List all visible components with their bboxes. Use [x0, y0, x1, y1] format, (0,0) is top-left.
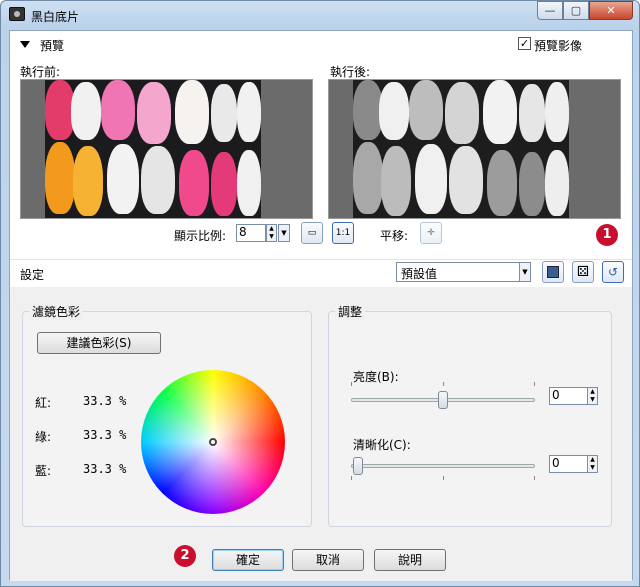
chevron-down-icon: ▼ — [522, 268, 528, 276]
random-settings-button[interactable]: ⚄ — [572, 261, 594, 283]
brightness-spinner[interactable]: ▲ ▼ — [587, 387, 598, 405]
adjust-title: 調整 — [335, 303, 366, 320]
red-value: 33.3 % — [83, 394, 127, 408]
close-icon: ✕ — [606, 4, 616, 17]
chevron-down-icon: ▼ — [281, 229, 287, 237]
callout-badge-1: 1 — [596, 224, 618, 246]
maximize-button[interactable]: ▢ — [563, 1, 589, 20]
sharpen-input[interactable]: 0 — [549, 455, 589, 473]
pan-button[interactable]: ✛ — [420, 222, 442, 244]
blue-value: 33.3 % — [83, 462, 127, 476]
before-image-panel[interactable] — [20, 79, 313, 219]
after-label: 執行後: — [330, 65, 371, 79]
ok-button[interactable]: 確定 — [212, 549, 284, 571]
pan-label: 平移: — [380, 229, 409, 243]
green-value: 33.3 % — [83, 428, 127, 442]
save-preset-button[interactable] — [542, 261, 564, 283]
callout-badge-2: 2 — [174, 545, 196, 567]
adjust-group: 調整 亮度(B): 0 ▲ ▼ 清晰化(C): 0 ▲ ▼ — [328, 303, 612, 527]
maximize-icon: ▢ — [570, 4, 582, 17]
settings-title: 設定 — [20, 268, 45, 282]
camera-icon — [9, 7, 25, 21]
show-preview-label[interactable]: 預覽影像 — [534, 37, 582, 54]
green-label: 綠: — [35, 430, 52, 444]
reset-defaults-button[interactable]: ↺ — [602, 261, 624, 283]
before-photo — [45, 80, 261, 218]
sharpen-slider-track[interactable] — [351, 464, 535, 468]
reset-icon: ↺ — [607, 265, 619, 279]
zoom-label: 顯示比例: — [174, 229, 227, 243]
window-title: 黑白底片 — [31, 10, 80, 24]
brightness-label: 亮度(B): — [353, 370, 399, 384]
cancel-button[interactable]: 取消 — [292, 549, 364, 571]
blue-label: 藍: — [35, 464, 52, 478]
before-label: 執行前: — [20, 65, 61, 79]
filter-color-title: 濾鏡色彩 — [29, 303, 84, 320]
floppy-disk-icon — [547, 266, 559, 278]
title-bar[interactable]: 黑白底片 — ▢ ✕ — [1, 1, 639, 30]
filter-color-group: 濾鏡色彩 建議色彩(S) 紅: 33.3 % 綠: 33.3 % 藍: 33.3… — [22, 303, 312, 527]
show-preview-checkbox[interactable]: ✓ — [518, 37, 531, 50]
preview-section-title: 預覽 — [40, 39, 65, 53]
pan-cross-icon: ✛ — [427, 228, 435, 238]
suggest-color-button[interactable]: 建議色彩(S) — [37, 332, 161, 354]
color-picker-handle[interactable] — [209, 438, 217, 446]
zoom-dropdown-button[interactable]: ▼ — [278, 224, 290, 242]
actual-size-button[interactable]: 1:1 — [332, 222, 354, 244]
help-button[interactable]: 說明 — [374, 549, 446, 571]
fit-window-icon: ▭ — [307, 228, 317, 238]
one-to-one-icon: 1:1 — [335, 228, 351, 238]
dialog-body: 預覽 ✓ 預覽影像 執行前: 執行後: 顯示比例: 8 ▲ ▼ ▼ ▭ 1:1 … — [9, 30, 633, 581]
close-button[interactable]: ✕ — [589, 1, 633, 20]
settings-panel: 濾鏡色彩 建議色彩(S) 紅: 33.3 % 綠: 33.3 % 藍: 33.3… — [10, 287, 632, 581]
dialog-window: 黑白底片 — ▢ ✕ 預覽 ✓ 預覽影像 執行前: 執行後: 顯示比例: 8 ▲… — [0, 0, 640, 587]
after-image-panel[interactable] — [328, 79, 621, 219]
sharpen-spinner[interactable]: ▲ ▼ — [587, 455, 598, 473]
fit-to-window-button[interactable]: ▭ — [301, 222, 323, 244]
zoom-input[interactable]: 8 — [236, 224, 266, 242]
brightness-input[interactable]: 0 — [549, 387, 589, 405]
minimize-icon: — — [544, 4, 556, 17]
dice-icon: ⚄ — [576, 264, 590, 280]
brightness-slider-thumb[interactable] — [438, 391, 448, 409]
collapse-triangle-icon[interactable] — [20, 41, 30, 48]
red-label: 紅: — [35, 396, 52, 410]
after-photo — [353, 80, 569, 218]
zoom-spinner[interactable]: ▲ ▼ — [266, 224, 277, 242]
sharpen-label: 清晰化(C): — [353, 438, 411, 452]
sharpen-slider-thumb[interactable] — [353, 457, 363, 475]
preset-dropdown[interactable]: 預設值 — [396, 262, 520, 282]
color-wheel[interactable] — [141, 370, 285, 514]
settings-bar — [10, 259, 632, 287]
minimize-button[interactable]: — — [537, 1, 563, 20]
preset-dropdown-button[interactable]: ▼ — [519, 262, 531, 282]
